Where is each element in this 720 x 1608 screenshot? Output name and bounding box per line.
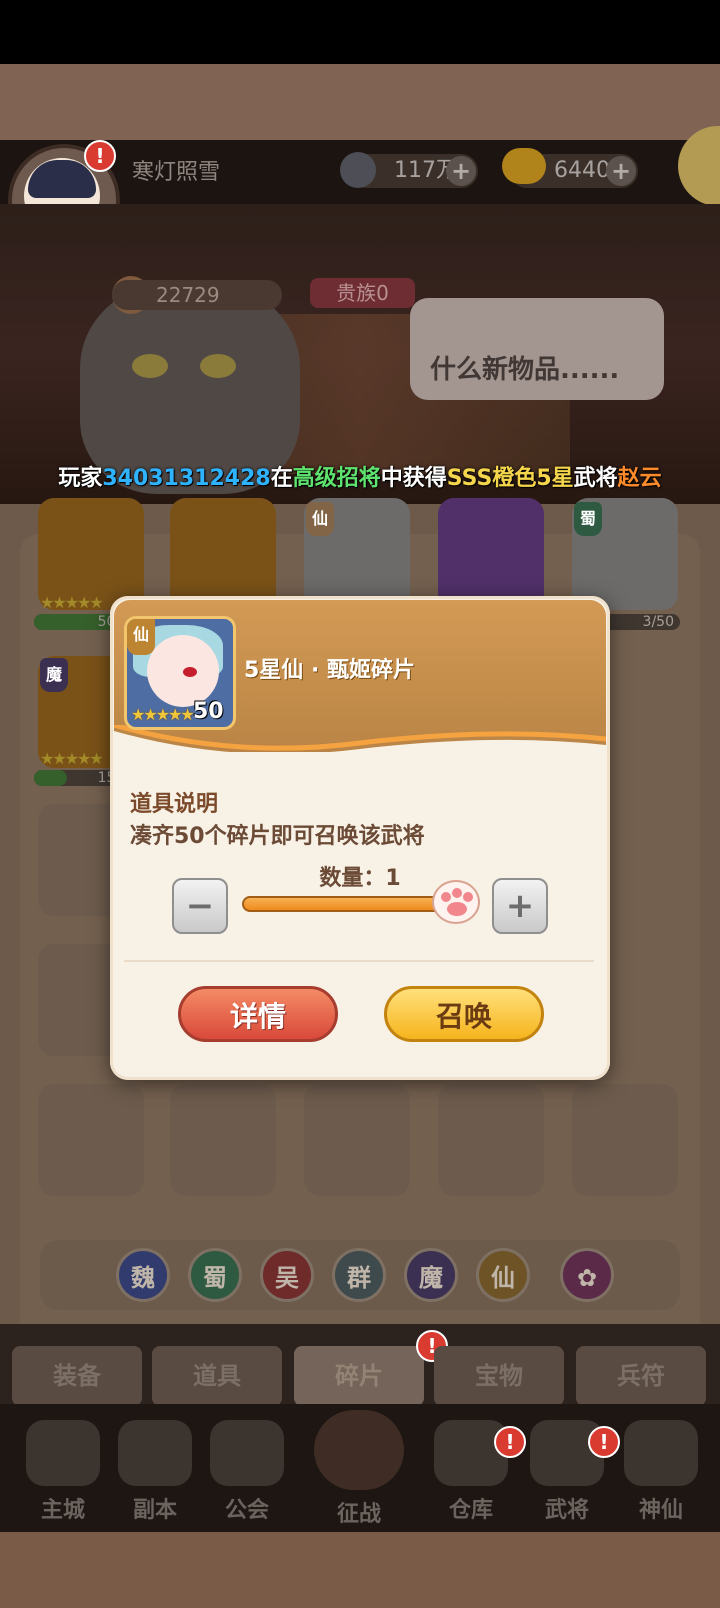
avatar-alert-icon: ! — [84, 140, 116, 172]
copper-plus-button[interactable]: + — [446, 156, 476, 186]
slot-progress-text: 3/50 — [642, 614, 674, 630]
nav-label: 主城 — [40, 1498, 85, 1523]
tab-fragments[interactable]: 碎片 — [294, 1346, 424, 1406]
ticker-mid: 中获得 — [380, 466, 447, 491]
nav-guild[interactable]: 公会 — [202, 1420, 292, 1523]
card-count: 50 — [193, 699, 224, 724]
top-band — [0, 64, 720, 140]
empty-slot — [38, 1084, 144, 1196]
tab-equipment[interactable]: 装备 — [12, 1346, 142, 1406]
faction-all-icon[interactable]: ✿ — [560, 1248, 614, 1302]
quantity-label: 数量：1 — [319, 866, 401, 891]
slot-stars: ★★★★★ — [40, 593, 104, 612]
game-screen: 27 ! 寒灯照雪 117万 + 6440 + 什么新物品...... 2272… — [0, 0, 720, 1608]
dialog-divider — [124, 960, 594, 962]
flag-icon — [210, 1420, 284, 1486]
broadcast-ticker: 玩家34031312428在高级招将中获得SSS橙色5星武将赵云 — [0, 460, 720, 494]
cat-eye-left — [132, 354, 168, 378]
bag-icon — [434, 1420, 508, 1486]
player-name: 寒灯照雪 — [132, 160, 221, 185]
castle-icon — [26, 1420, 100, 1486]
faction-shu-button[interactable]: 蜀 — [188, 1248, 242, 1302]
nav-dungeon[interactable]: 副本 — [110, 1420, 200, 1523]
paw-pad — [452, 888, 462, 898]
hero-banner: 什么新物品...... 22729 贵族0 玩家34031312428在高级招将… — [0, 204, 720, 504]
empty-slot — [438, 1084, 544, 1196]
decrease-button[interactable]: − — [172, 878, 228, 934]
ticker-hero: 赵云 — [617, 466, 662, 491]
quantity-slider[interactable] — [242, 896, 464, 912]
nav-campaign[interactable]: 征战 — [314, 1410, 404, 1527]
gold-plus-button[interactable]: + — [606, 156, 636, 186]
slot-progress-fill — [34, 770, 67, 786]
description-heading: 道具说明 — [130, 792, 219, 817]
faction-tag: 魔 — [40, 658, 68, 692]
faction-mo-button[interactable]: 魔 — [404, 1248, 458, 1302]
fragment-slot[interactable] — [170, 498, 276, 610]
summon-button[interactable]: 召唤 — [384, 986, 544, 1042]
nav-label: 征战 — [336, 1502, 381, 1527]
ticker-in: 在 — [270, 466, 293, 491]
nav-label: 仓库 — [448, 1498, 493, 1523]
system-bottom-area — [0, 1532, 720, 1608]
paw-pad — [441, 892, 451, 902]
ticker-player-id: 34031312428 — [102, 466, 271, 491]
rank-badge[interactable]: 贵族0 — [310, 278, 415, 308]
card-stars: ★★★★★ — [131, 705, 195, 724]
faction-wei-button[interactable]: 魏 — [116, 1248, 170, 1302]
status-bar — [0, 0, 720, 64]
slot-stars: ★★★★★ — [40, 749, 104, 768]
paw-pad — [463, 892, 473, 902]
tab-tokens[interactable]: 兵符 — [576, 1346, 706, 1406]
ticker-source: 高级招将 — [292, 466, 381, 491]
fragment-card: 仙 ★★★★★ 50 — [124, 616, 236, 730]
empty-slot — [170, 1084, 276, 1196]
details-button[interactable]: 详情 — [178, 986, 338, 1042]
header-wave — [114, 725, 606, 765]
item-title: 5星仙 · 甄姬碎片 — [244, 658, 415, 683]
battle-icon — [314, 1410, 404, 1490]
nav-label: 公会 — [224, 1498, 269, 1523]
card-faction-tag: 仙 — [127, 619, 155, 655]
empty-slot — [572, 1084, 678, 1196]
paw-pad — [447, 902, 467, 916]
description-text: 凑齐50个碎片即可召唤该武将 — [130, 824, 425, 849]
nav-label: 神仙 — [638, 1498, 683, 1523]
ticker-role: 武将 — [573, 466, 618, 491]
power-value: 22729 — [112, 280, 282, 310]
speech-text: 什么新物品...... — [430, 355, 620, 385]
gold-value: 6440 — [554, 158, 610, 183]
gold-ingot-icon — [502, 148, 546, 184]
ticker-prefix: 玩家 — [58, 466, 103, 491]
slider-handle[interactable] — [432, 880, 480, 924]
faction-tag: 蜀 — [574, 502, 602, 536]
empty-slot — [304, 1084, 410, 1196]
tab-items[interactable]: 道具 — [152, 1346, 282, 1406]
faction-tag: 仙 — [306, 502, 334, 536]
cat-icon — [624, 1420, 698, 1486]
tab-treasures[interactable]: 宝物 — [434, 1346, 564, 1406]
fragment-slot[interactable] — [438, 498, 544, 610]
faction-qun-button[interactable]: 群 — [332, 1248, 386, 1302]
nav-main-city[interactable]: 主城 — [18, 1420, 108, 1523]
sword-icon — [118, 1420, 192, 1486]
card-eye — [183, 667, 197, 677]
faction-wu-button[interactable]: 吴 — [260, 1248, 314, 1302]
nav-label: 副本 — [132, 1498, 177, 1523]
copper-coin-icon — [340, 152, 376, 188]
faction-xian-button[interactable]: 仙 — [476, 1248, 530, 1302]
increase-button[interactable]: + — [492, 878, 548, 934]
cat-eye-right — [200, 354, 236, 378]
nav-immortals[interactable]: 神仙 — [616, 1420, 706, 1523]
nav-label: 武将 — [544, 1498, 589, 1523]
ticker-grade: SSS橙色5星 — [446, 466, 574, 491]
